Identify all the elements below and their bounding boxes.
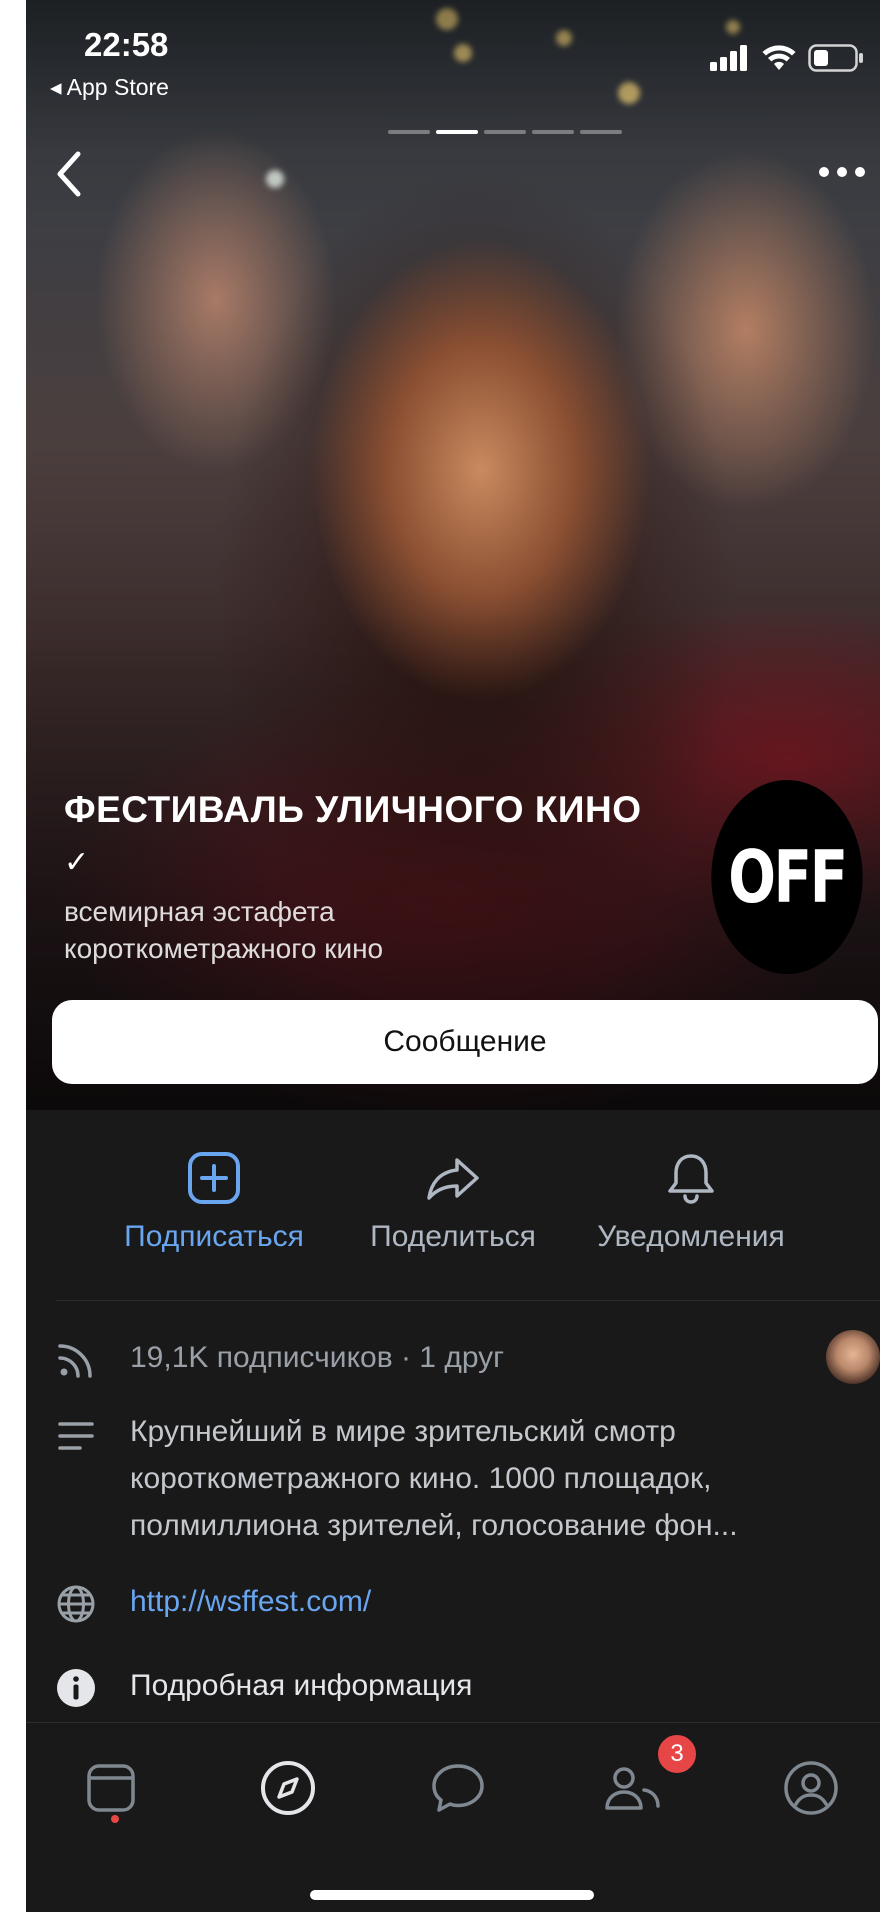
wifi-icon — [762, 45, 796, 70]
battery-icon — [808, 44, 863, 72]
bottom-tab-bar: 3 — [26, 1722, 880, 1912]
community-description: Крупнейший в мире зрительский смотр коро… — [130, 1415, 738, 1542]
pager-dot — [388, 130, 430, 134]
details-link: Подробная информация — [130, 1669, 473, 1702]
community-name: ФЕСТИВАЛЬ УЛИЧНОГО КИНО — [64, 789, 642, 830]
cellular-signal-icon — [710, 45, 747, 71]
tab-profile[interactable] — [776, 1753, 846, 1823]
pager-dot-active — [436, 130, 478, 134]
photo-pager — [388, 130, 622, 134]
share-arrow-icon — [427, 1158, 479, 1200]
friends-icon — [605, 1767, 660, 1810]
community-screen: 22:58 ◂ App Store ФЕСТИВАЛЬ УЛИЧНОГО КИН… — [26, 0, 880, 1912]
pager-dot — [484, 130, 526, 134]
section-divider — [56, 1300, 880, 1301]
globe-icon — [57, 1585, 95, 1623]
message-button[interactable]: Сообщение — [52, 1000, 878, 1084]
text-lines-icon — [58, 1422, 94, 1450]
community-status: всемирная эстафета короткометражного кин… — [64, 896, 384, 964]
rss-feed-icon — [58, 1344, 92, 1378]
share-label: Поделиться — [370, 1220, 536, 1253]
community-title: ФЕСТИВАЛЬ УЛИЧНОГО КИНО ✓ — [64, 785, 664, 888]
back-to-app-store-link[interactable]: ◂ App Store — [50, 74, 169, 101]
verified-check-icon: ✓ — [64, 846, 90, 879]
info-circle-icon — [57, 1669, 95, 1707]
tab-discover[interactable] — [253, 1753, 323, 1823]
share-button[interactable]: Поделиться — [323, 1150, 583, 1254]
friend-avatar[interactable] — [826, 1330, 880, 1384]
status-time: 22:58 — [84, 26, 169, 63]
tab-messages[interactable] — [423, 1753, 493, 1823]
action-buttons: Подписаться Поделиться Уведомления — [26, 1150, 880, 1270]
feed-icon — [87, 1764, 135, 1812]
messages-icon — [432, 1764, 484, 1812]
tab-feed[interactable] — [76, 1753, 146, 1823]
website-link[interactable]: http://wsffest.com/ — [130, 1578, 371, 1625]
subscribers-count: 19,1K подписчиков · 1 друг — [130, 1341, 505, 1374]
more-dots-icon[interactable] — [814, 160, 870, 184]
community-avatar-logo[interactable]: OFF — [711, 780, 863, 974]
notifications-button[interactable]: Уведомления — [561, 1150, 821, 1254]
home-indicator[interactable] — [310, 1890, 594, 1900]
friends-notification-badge: 3 — [654, 1731, 700, 1777]
bell-icon — [668, 1154, 714, 1204]
status-bar: 22:58 ◂ App Store — [26, 0, 880, 110]
notifications-label: Уведомления — [597, 1220, 785, 1253]
subscribe-label: Подписаться — [124, 1220, 304, 1253]
profile-icon — [784, 1761, 838, 1815]
back-chevron-icon[interactable] — [48, 146, 88, 202]
discover-compass-icon — [261, 1761, 315, 1815]
feed-unread-dot — [111, 1815, 119, 1823]
pager-dot — [580, 130, 622, 134]
pager-dot — [532, 130, 574, 134]
subscribe-button[interactable]: Подписаться — [84, 1150, 344, 1254]
plus-square-icon — [188, 1152, 240, 1204]
